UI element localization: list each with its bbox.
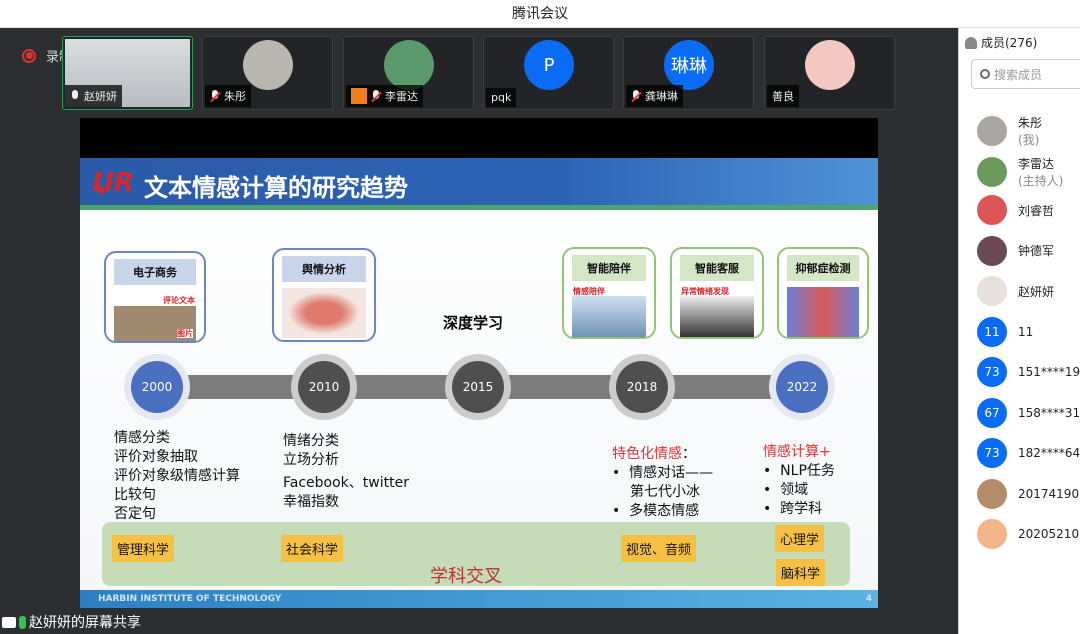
- mic-muted-icon: [371, 89, 381, 103]
- member-role: (我): [1018, 133, 1040, 147]
- card-caption-companion: 情感陪伴: [573, 287, 605, 296]
- member-item[interactable]: 73 182****647: [977, 438, 1080, 468]
- member-search-input[interactable]: 搜索成员: [971, 59, 1080, 89]
- tag-vision-audio: 视觉、音频: [621, 535, 697, 562]
- year-2018: 2018: [609, 354, 675, 420]
- video-tile[interactable]: 朱彤: [202, 36, 333, 110]
- avatar: 11: [977, 316, 1007, 347]
- card-caption-review-text: 评论文本: [163, 296, 195, 305]
- avatar: [977, 235, 1007, 266]
- video-tile[interactable]: Ppqk: [483, 36, 614, 110]
- search-icon: [980, 69, 990, 79]
- participant-name: 李雷达: [385, 90, 418, 103]
- window-title: 腾讯会议: [0, 0, 1080, 28]
- card-ecommerce: 电子商务 评论文本 图片: [104, 251, 206, 343]
- member-name: 151****197: [1018, 365, 1080, 379]
- person-icon: [965, 36, 977, 49]
- participant-name: pqk: [491, 91, 512, 104]
- mic-icon: [70, 89, 80, 103]
- avatar: [243, 40, 293, 90]
- avatar: [977, 156, 1007, 187]
- member-name: 182****647: [1018, 446, 1080, 460]
- card-customer-service: 智能客服 异常情绪发现: [670, 247, 764, 339]
- member-name: 赵妍妍: [1018, 284, 1055, 299]
- screen-share-icon: [2, 616, 16, 628]
- member-name: 李雷达: [1018, 156, 1055, 171]
- member-item[interactable]: 刘睿哲: [977, 195, 1054, 225]
- avatar: 73: [977, 357, 1007, 387]
- col-2000: 情感分类 评价对象抽取 评价对象级情感计算 比较句 否定句: [114, 430, 240, 522]
- member-name: 11: [1018, 324, 1034, 339]
- card-public-opinion: 舆情分析: [272, 248, 376, 342]
- card-caption-anomaly: 异常情绪发现: [681, 287, 729, 296]
- avatar: 73: [977, 438, 1007, 468]
- member-name: 钟德军: [1018, 244, 1055, 258]
- video-tile[interactable]: 李雷达: [343, 36, 474, 110]
- tag-psychology: 心理学: [775, 525, 825, 552]
- avatar: [805, 40, 855, 90]
- participant-name: 赵妍妍: [84, 90, 117, 103]
- avatar: 67: [977, 397, 1007, 428]
- tag-brain: 脑科学: [776, 559, 826, 586]
- avatar: [977, 116, 1007, 146]
- member-role: (主持人): [1018, 173, 1064, 188]
- avatar: [977, 519, 1007, 549]
- member-item[interactable]: 朱彤 (我): [977, 114, 1042, 148]
- year-2010: 2010: [291, 354, 357, 420]
- mic-muted-icon: [210, 89, 220, 103]
- year-2022: 2022: [769, 354, 835, 420]
- slide-footer: HARBIN INSTITUTE OF TECHNOLOGY 4: [80, 590, 878, 608]
- member-item[interactable]: 钟德军: [977, 235, 1055, 266]
- band-label: 学科交叉: [430, 566, 502, 587]
- member-item[interactable]: 202052102: [977, 519, 1080, 549]
- deep-learning-label: 深度学习: [443, 314, 504, 332]
- host-icon: [351, 88, 367, 104]
- avatar: [977, 478, 1007, 509]
- year-2015: 2015: [445, 354, 511, 420]
- card-caption-image: 图片: [177, 329, 193, 338]
- member-item[interactable]: 赵妍妍: [977, 276, 1054, 306]
- avatar: 琳琳: [664, 40, 714, 90]
- record-icon: [22, 48, 36, 63]
- col-2022: 情感计算+ • NLP任务 • 领域 • 跨学科: [763, 444, 835, 517]
- member-header: 成员(276): [965, 34, 1037, 51]
- year-2000: 2000: [124, 354, 190, 420]
- col-2018: 特色化情感： • 情感对话—— 第七代小冰 • 多模态情感: [612, 446, 714, 519]
- member-name: 158****316: [1018, 405, 1080, 420]
- card-companion: 智能陪伴 情感陪伴: [562, 247, 656, 339]
- avatar: [977, 276, 1007, 306]
- slide-title: 文本情感计算的研究趋势: [144, 174, 408, 202]
- member-name: 202052102: [1018, 527, 1080, 541]
- member-name: 201741901: [1018, 486, 1080, 501]
- avatar: [384, 40, 434, 90]
- member-item[interactable]: 11 11: [977, 316, 1034, 347]
- video-tile[interactable]: 琳琳 龚琳琳: [623, 36, 754, 110]
- participant-name: 朱彤: [224, 90, 246, 103]
- member-panel: 成员(276) 搜索成员 朱彤 (我) 李雷达 (主持人) 刘睿哲钟德军赵妍妍 11 11 7…: [958, 28, 1080, 634]
- card-depression: 抑郁症检测: [777, 247, 869, 339]
- video-tile[interactable]: 赵妍妍: [62, 36, 193, 110]
- video-tile[interactable]: 善良: [764, 36, 895, 110]
- shared-screen: ЏR 文本情感计算的研究趋势 电子商务 评论文本 图片 舆情分析 深度学习 智能陪伴…: [80, 118, 878, 608]
- participant-name: 善良: [772, 90, 794, 103]
- mic-muted-icon: [631, 89, 641, 103]
- avatar: [977, 195, 1007, 225]
- member-item[interactable]: 67 158****316: [977, 397, 1080, 428]
- share-label: 赵妍妍的屏幕共享: [0, 612, 141, 632]
- member-name: 朱彤: [1018, 116, 1043, 130]
- member-item[interactable]: 73 151****197: [977, 357, 1080, 387]
- tag-management: 管理科学: [112, 535, 175, 562]
- member-item[interactable]: 201741901: [977, 478, 1080, 509]
- avatar: P: [524, 40, 574, 90]
- mic-on-icon: [19, 615, 26, 629]
- slide: ЏR 文本情感计算的研究趋势 电子商务 评论文本 图片 舆情分析 深度学习 智能陪伴…: [80, 158, 878, 608]
- tag-social: 社会科学: [281, 535, 344, 562]
- slide-banner: ЏR 文本情感计算的研究趋势: [80, 158, 878, 210]
- participant-name: 龚琳琳: [645, 90, 678, 103]
- hit-logo: ЏR: [92, 168, 134, 198]
- member-item[interactable]: 李雷达 (主持人): [977, 155, 1063, 189]
- member-name: 刘睿哲: [1018, 203, 1055, 218]
- col-2010: 情绪分类 立场分析 Facebook、twitter 幸福指数: [283, 433, 409, 510]
